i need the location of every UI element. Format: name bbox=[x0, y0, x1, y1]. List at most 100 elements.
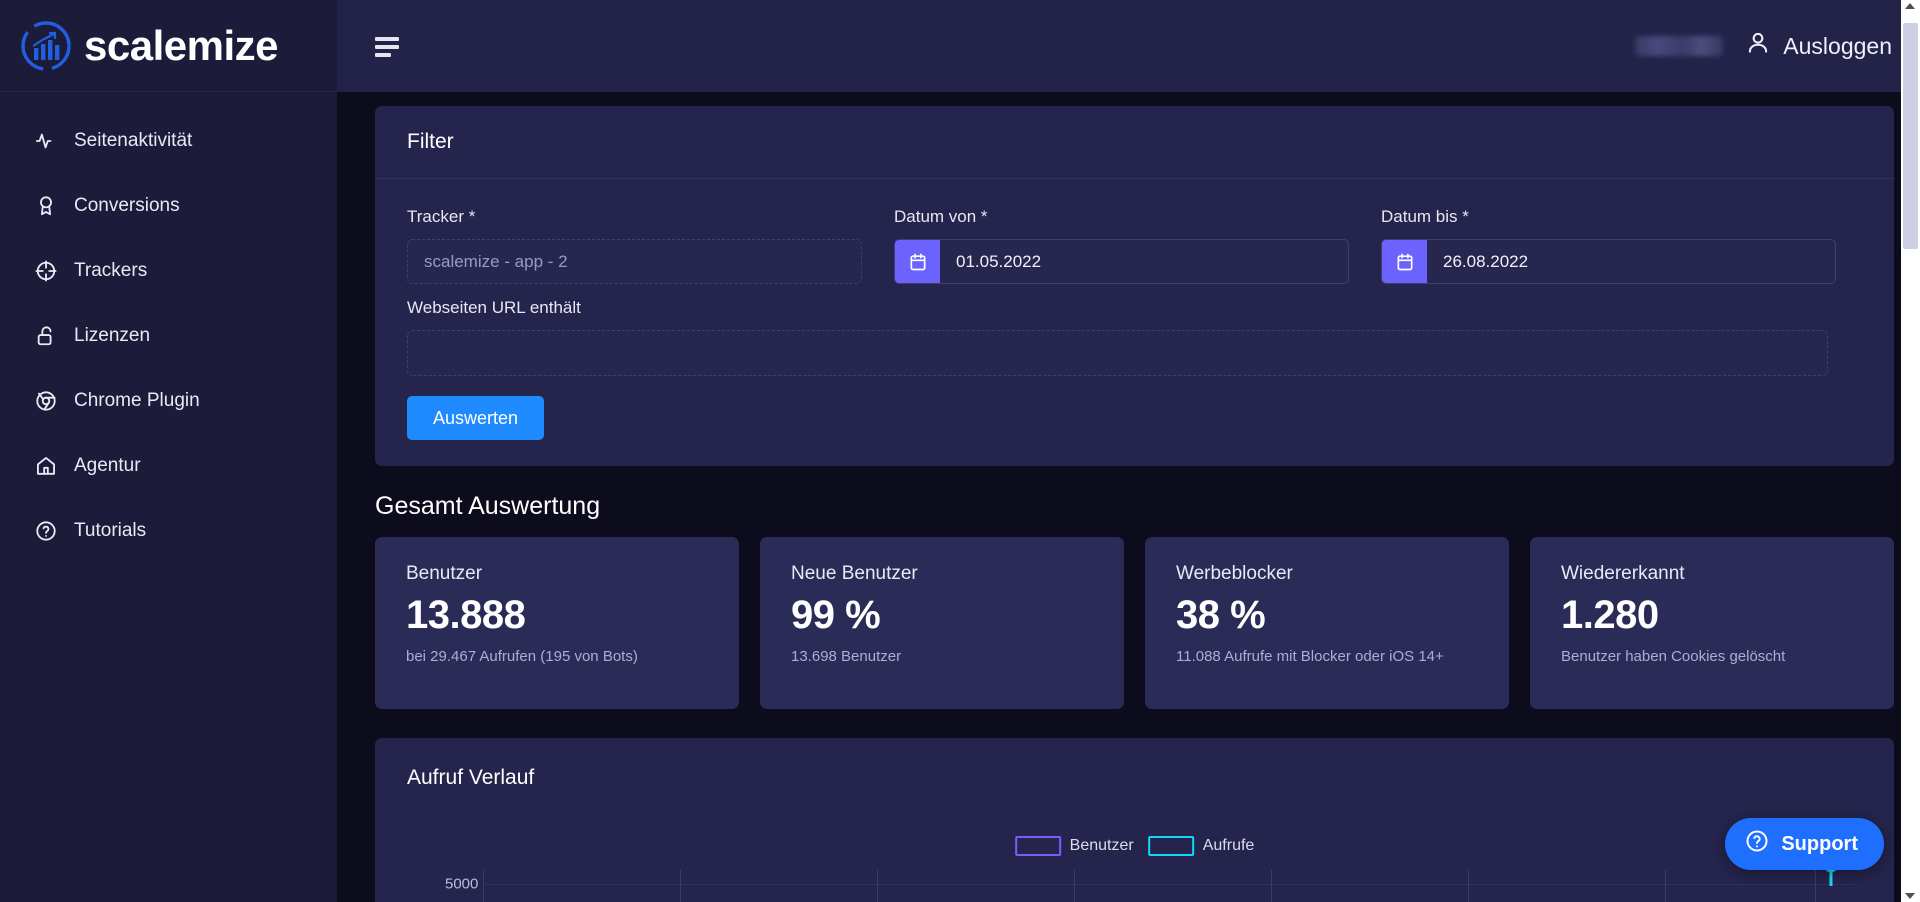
logout-button[interactable]: Ausloggen bbox=[1745, 30, 1892, 62]
brand-logo[interactable]: scalemize bbox=[0, 0, 337, 92]
filter-panel-title: Filter bbox=[407, 130, 454, 153]
gridline-vertical bbox=[1665, 870, 1666, 902]
chart-area: Benutzer Aufrufe 5000 4500 bbox=[375, 810, 1894, 902]
kpi-subtext: bei 29.467 Aufrufen (195 von Bots) bbox=[406, 648, 638, 665]
legend-swatch bbox=[1014, 836, 1061, 856]
kpi-card-werbeblocker: Werbeblocker 38 % 11.088 Aufrufe mit Blo… bbox=[1145, 537, 1509, 709]
support-button[interactable]: Support bbox=[1725, 818, 1884, 870]
date-to-label: Datum bis * bbox=[1381, 207, 1469, 226]
scrollbar-thumb[interactable] bbox=[1903, 23, 1918, 249]
sidebar-item-label: Agentur bbox=[74, 454, 141, 476]
legend-label: Benutzer bbox=[1069, 837, 1134, 854]
hamburger-bar bbox=[375, 53, 391, 57]
url-label: Webseiten URL enthält bbox=[407, 298, 581, 317]
legend-entry-aufrufe[interactable]: Aufrufe bbox=[1147, 836, 1255, 856]
gridline-horizontal bbox=[483, 884, 1854, 885]
username-redacted bbox=[1635, 36, 1724, 56]
support-label: Support bbox=[1781, 832, 1858, 855]
sidebar: scalemize Seitenaktivität Conversions Tr… bbox=[0, 0, 337, 902]
auswerten-button[interactable]: Auswerten bbox=[407, 396, 545, 440]
question-circle-icon bbox=[35, 520, 57, 542]
date-from-field: Datum von * 01.05.2022 bbox=[894, 207, 1349, 284]
sidebar-item-label: Tutorials bbox=[74, 519, 147, 541]
date-from-value: 01.05.2022 bbox=[956, 251, 1042, 271]
sidebar-item-label: Trackers bbox=[74, 259, 148, 281]
topbar: Ausloggen bbox=[337, 0, 1920, 92]
main-column: Ausloggen Filter Tracker * scalemize - a… bbox=[337, 0, 1920, 902]
tracker-placeholder: scalemize - app - 2 bbox=[424, 251, 568, 271]
gridline-vertical bbox=[877, 870, 878, 902]
chart-panel: Aufruf Verlauf Benutzer Aufrufe 5000 bbox=[375, 738, 1894, 902]
sidebar-item-label: Lizenzen bbox=[74, 324, 151, 346]
chrome-browser-icon bbox=[35, 390, 57, 412]
gridline-vertical bbox=[1815, 870, 1816, 902]
legend-label: Aufrufe bbox=[1202, 837, 1255, 854]
question-circle-icon bbox=[1745, 829, 1769, 859]
sidebar-item-trackers[interactable]: Trackers bbox=[0, 238, 337, 303]
summary-heading: Gesamt Auswertung bbox=[375, 492, 601, 520]
url-input[interactable] bbox=[407, 330, 1828, 376]
kpi-subtext: Benutzer haben Cookies gelöscht bbox=[1561, 648, 1786, 665]
calendar-icon[interactable] bbox=[895, 240, 940, 283]
kpi-label: Wiedererkannt bbox=[1561, 563, 1685, 584]
date-from-label: Datum von * bbox=[894, 207, 988, 226]
sidebar-item-label: Conversions bbox=[74, 194, 180, 216]
kpi-subtext: 13.698 Benutzer bbox=[791, 648, 902, 665]
kpi-card-benutzer: Benutzer 13.888 bei 29.467 Aufrufen (195… bbox=[375, 537, 739, 709]
kpi-label: Benutzer bbox=[406, 563, 483, 584]
app-root: scalemize Seitenaktivität Conversions Tr… bbox=[0, 0, 1920, 902]
legend-swatch bbox=[1147, 836, 1194, 856]
caret-up-icon[interactable] bbox=[1905, 3, 1915, 9]
legend-entry-benutzer[interactable]: Benutzer bbox=[1014, 836, 1134, 856]
sidebar-item-seitenaktivitaet[interactable]: Seitenaktivität bbox=[0, 108, 337, 173]
sidebar-item-conversions[interactable]: Conversions bbox=[0, 173, 337, 238]
sidebar-nav: Seitenaktivität Conversions Trackers Liz… bbox=[0, 92, 337, 563]
sidebar-item-agentur[interactable]: Agentur bbox=[0, 433, 337, 498]
date-to-value: 26.08.2022 bbox=[1443, 251, 1529, 271]
topbar-actions: Ausloggen bbox=[1635, 30, 1892, 62]
kpi-value: 1.280 bbox=[1561, 593, 1659, 637]
gridline-vertical bbox=[680, 870, 681, 902]
gridline-vertical bbox=[1074, 870, 1075, 902]
kpi-value: 99 % bbox=[791, 593, 881, 637]
sidebar-item-chrome-plugin[interactable]: Chrome Plugin bbox=[0, 368, 337, 433]
home-building-icon bbox=[35, 455, 57, 477]
tracker-input[interactable]: scalemize - app - 2 bbox=[407, 239, 862, 284]
filter-fields: Tracker * scalemize - app - 2 Datum von … bbox=[375, 179, 1894, 284]
unlock-padlock-icon bbox=[35, 325, 57, 347]
date-to-input[interactable]: 26.08.2022 bbox=[1381, 239, 1836, 284]
hamburger-bar bbox=[375, 37, 399, 41]
kpi-value: 38 % bbox=[1176, 593, 1266, 637]
kpi-label: Werbeblocker bbox=[1176, 563, 1293, 584]
kpi-subtext: 11.088 Aufrufe mit Blocker oder iOS 14+ bbox=[1176, 648, 1444, 665]
gridline-vertical bbox=[483, 870, 484, 902]
tracker-field: Tracker * scalemize - app - 2 bbox=[407, 207, 862, 284]
page-scrollbar[interactable] bbox=[1901, 0, 1920, 902]
brand-name: scalemize bbox=[84, 21, 278, 69]
activity-pulse-icon bbox=[35, 130, 57, 152]
sidebar-item-tutorials[interactable]: Tutorials bbox=[0, 498, 337, 563]
kpi-value: 13.888 bbox=[406, 593, 526, 637]
kpi-card-neue-benutzer: Neue Benutzer 99 % 13.698 Benutzer bbox=[760, 537, 1124, 709]
scalemize-bar-chart-circle-logo-icon bbox=[20, 20, 72, 72]
hamburger-bar bbox=[375, 45, 399, 49]
chart-plot-area: 5000 4500 bbox=[375, 870, 1894, 902]
chart-legend: Benutzer Aufrufe bbox=[1014, 836, 1255, 856]
date-to-field: Datum bis * 26.08.2022 bbox=[1381, 207, 1836, 284]
date-from-input[interactable]: 01.05.2022 bbox=[894, 239, 1349, 284]
logout-label: Ausloggen bbox=[1783, 32, 1892, 59]
scroll-content: Filter Tracker * scalemize - app - 2 Dat… bbox=[337, 92, 1920, 902]
kpi-card-wiedererkannt: Wiedererkannt 1.280 Benutzer haben Cooki… bbox=[1530, 537, 1894, 709]
gridline-vertical bbox=[1271, 870, 1272, 902]
crosshair-target-icon bbox=[35, 259, 57, 282]
hamburger-menu-icon[interactable] bbox=[375, 35, 401, 57]
chart-title: Aufruf Verlauf bbox=[407, 766, 535, 789]
caret-down-icon[interactable] bbox=[1905, 893, 1915, 899]
filter-panel: Filter Tracker * scalemize - app - 2 Dat… bbox=[375, 106, 1894, 466]
award-ribbon-icon bbox=[35, 195, 57, 217]
sidebar-item-lizenzen[interactable]: Lizenzen bbox=[0, 303, 337, 368]
y-axis-tick: 5000 bbox=[445, 875, 479, 893]
url-field: Webseiten URL enthält bbox=[375, 284, 1894, 376]
calendar-icon[interactable] bbox=[1382, 240, 1427, 283]
kpi-label: Neue Benutzer bbox=[791, 563, 918, 584]
